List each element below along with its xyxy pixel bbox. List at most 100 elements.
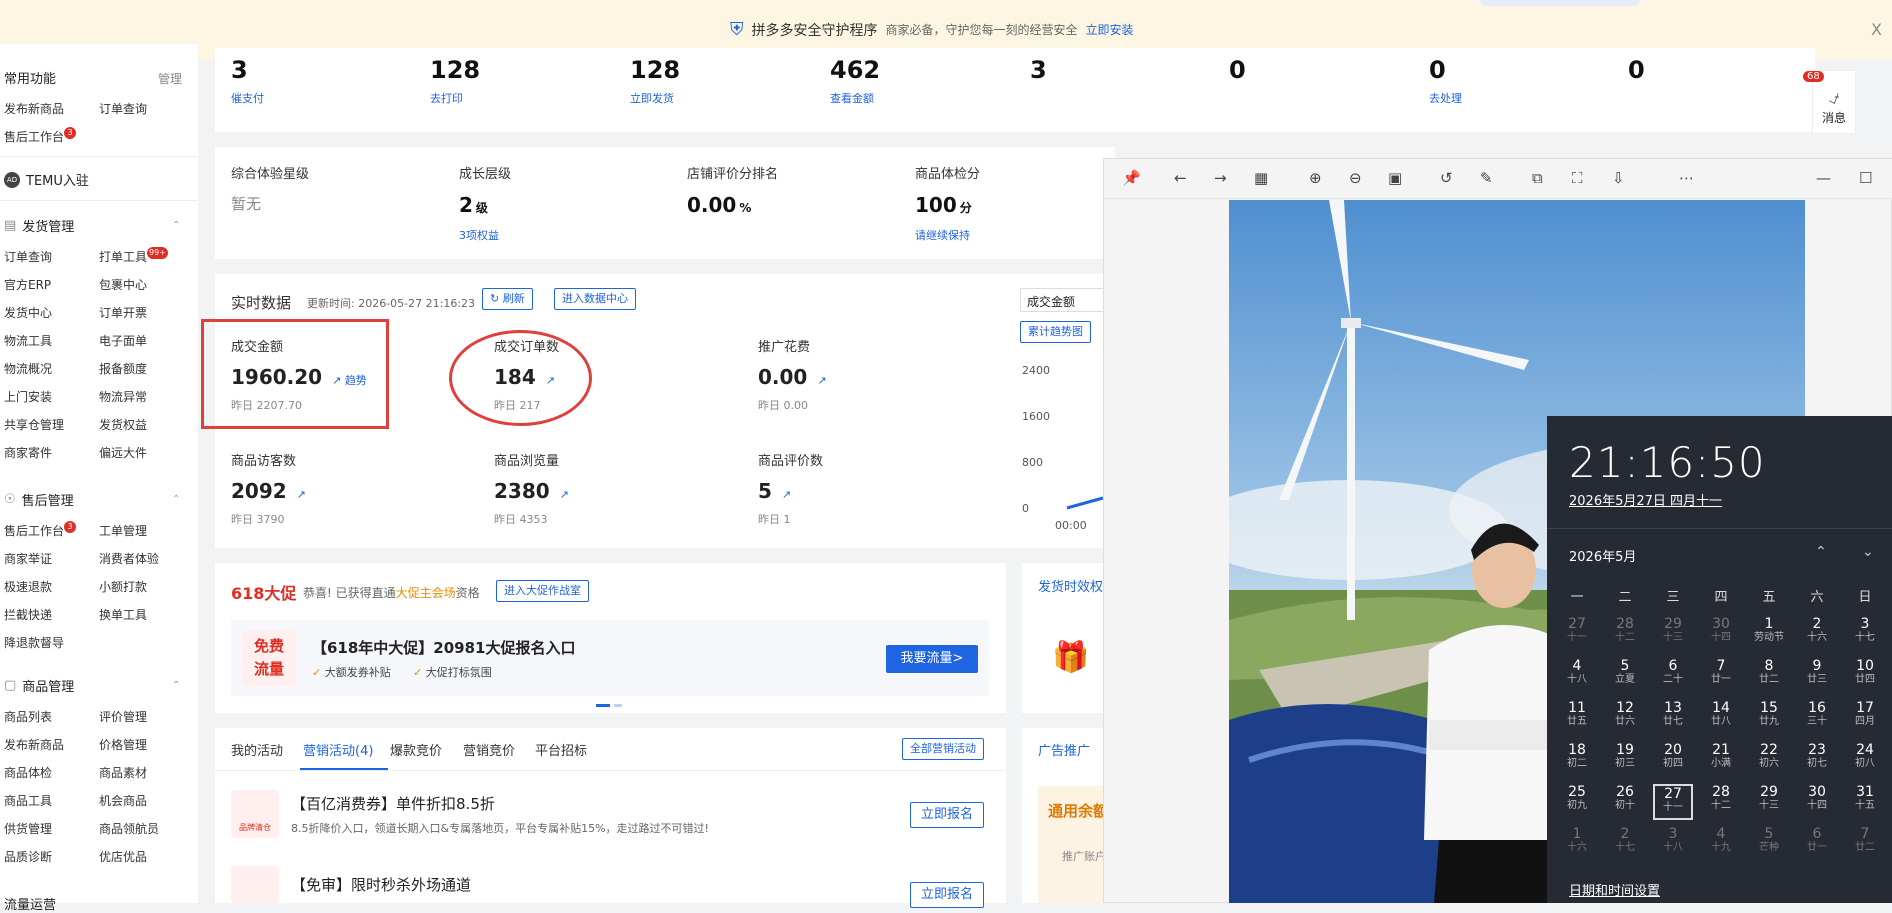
activity-tab-1[interactable]: 营销活动(4) — [303, 740, 373, 759]
aftersale-management-header[interactable]: ☉ 售后管理 ⌃ — [4, 490, 180, 509]
banner-close-icon[interactable]: X — [1871, 20, 1882, 39]
sidebar-item-shipping-8[interactable]: 物流概况 — [4, 360, 52, 377]
sidebar-item-goods-3[interactable]: 价格管理 — [99, 736, 147, 753]
stat-link[interactable]: 立即发货 — [630, 90, 680, 106]
cumulative-trend-button[interactable]: 累计趋势图 — [1020, 321, 1091, 343]
sidebar-item-shipping-5[interactable]: 订单开票 — [99, 304, 147, 321]
calendar-day[interactable]: 7 廿二 — [1845, 826, 1885, 862]
calendar-day[interactable]: 2 十七 — [1605, 826, 1645, 862]
calendar-day[interactable]: 3 十八 — [1653, 826, 1693, 862]
scan-icon[interactable]: ⛶ — [1572, 169, 1583, 187]
calendar-day[interactable]: 2 十六 — [1797, 616, 1837, 652]
calendar-day[interactable]: 22 初六 — [1749, 742, 1789, 778]
message-button[interactable]: 68 ⍻ 消息 — [1803, 70, 1856, 134]
chevron-down-icon[interactable]: ⌄ — [1862, 544, 1874, 560]
sidebar-item-shipping-4[interactable]: 发货中心 — [4, 304, 52, 321]
sidebar-item-aftersale-5[interactable]: 小额打款 — [99, 578, 147, 595]
calendar-day[interactable]: 1 十六 — [1557, 826, 1597, 862]
calendar-day[interactable]: 30 十四 — [1797, 784, 1837, 820]
sidebar-item-shipping-3[interactable]: 包裹中心 — [99, 276, 147, 293]
trend-icon[interactable]: ↗ — [782, 488, 791, 501]
calendar-day-today[interactable]: 27 十一 — [1653, 784, 1693, 820]
zoom-in-icon[interactable]: ⊕ — [1309, 169, 1322, 187]
calendar-day[interactable]: 15 廿九 — [1749, 700, 1789, 736]
sidebar-item-aftersale-2[interactable]: 商家举证 — [4, 550, 52, 567]
sidebar-item-shipping-12[interactable]: 共享仓管理 — [4, 416, 64, 433]
sidebar-item-aftersale-desk[interactable]: 售后工作台 3 — [4, 127, 77, 145]
calendar-day[interactable]: 13 廿七 — [1653, 700, 1693, 736]
calendar-day[interactable]: 3 十七 — [1845, 616, 1885, 652]
rotate-icon[interactable]: ↺ — [1440, 169, 1453, 187]
chevron-up-icon[interactable]: ⌃ — [172, 680, 180, 691]
sidebar-item-shipping-11[interactable]: 物流异常 — [99, 388, 147, 405]
enter-war-room-button[interactable]: 进入大促作战室 — [496, 580, 589, 602]
stat-link[interactable]: 去打印 — [430, 90, 480, 106]
calendar-day[interactable]: 28 十二 — [1701, 784, 1741, 820]
calendar-day[interactable]: 9 廿三 — [1797, 658, 1837, 694]
sidebar-item-aftersale-0[interactable]: 售后工作台 3 — [4, 521, 77, 539]
all-marketing-button[interactable]: 全部营销活动 — [902, 738, 984, 760]
maximize-icon[interactable]: ☐ — [1859, 169, 1872, 187]
minimize-icon[interactable]: — — [1816, 169, 1831, 187]
sidebar-item-aftersale-1[interactable]: 工单管理 — [99, 522, 147, 539]
todo-stat-3[interactable]: 462 查看金额 — [830, 56, 880, 106]
sidebar-item-aftersale-6[interactable]: 拦截快递 — [4, 606, 52, 623]
sidebar-item-goods-4[interactable]: 商品体检 — [4, 764, 52, 781]
sidebar-item-goods-11[interactable]: 优店优品 — [99, 848, 147, 865]
chevron-up-icon[interactable]: ⌃ — [172, 220, 180, 231]
sidebar-item-goods-6[interactable]: 商品工具 — [4, 792, 52, 809]
stat-link[interactable]: 去处理 — [1429, 90, 1462, 106]
shipping-management-header[interactable]: ▤ 发货管理 ⌃ — [4, 216, 180, 235]
calendar-day[interactable]: 5 立夏 — [1605, 658, 1645, 694]
download-icon[interactable]: ⇩ — [1612, 169, 1625, 187]
sidebar-item-shipping-7[interactable]: 电子面单 — [99, 332, 147, 349]
full-date-link[interactable]: 2026年5月27日 四月十一 — [1569, 490, 1722, 509]
calendar-day[interactable]: 16 三十 — [1797, 700, 1837, 736]
carousel-dot[interactable] — [614, 704, 622, 707]
calendar-day[interactable]: 10 廿四 — [1845, 658, 1885, 694]
calendar-day[interactable]: 31 十五 — [1845, 784, 1885, 820]
sidebar-item-publish[interactable]: 发布新商品 — [4, 100, 64, 117]
calendar-day[interactable]: 28 十二 — [1605, 616, 1645, 652]
sidebar-item-goods-2[interactable]: 发布新商品 — [4, 736, 64, 753]
promo-banner[interactable] — [231, 620, 989, 696]
month-label[interactable]: 2026年5月 — [1569, 546, 1636, 565]
calendar-day[interactable]: 5 芒种 — [1749, 826, 1789, 862]
calendar-day[interactable]: 21 小满 — [1701, 742, 1741, 778]
sidebar-item-goods-8[interactable]: 供货管理 — [4, 820, 52, 837]
sidebar-item-aftersale-3[interactable]: 消费者体验 — [99, 550, 159, 567]
todo-stat-6[interactable]: 0 去处理 — [1429, 56, 1462, 106]
traffic-operations-header[interactable]: 流量运营 — [4, 894, 56, 913]
sidebar-item-shipping-15[interactable]: 偏远大件 — [99, 444, 147, 461]
calendar-day[interactable]: 30 十四 — [1701, 616, 1741, 652]
install-link[interactable]: 立即安装 — [1086, 21, 1134, 38]
calendar-day[interactable]: 29 十三 — [1653, 616, 1693, 652]
sidebar-item-goods-7[interactable]: 机会商品 — [99, 792, 147, 809]
trend-icon[interactable]: ↗ — [560, 488, 569, 501]
calendar-day[interactable]: 6 二十 — [1653, 658, 1693, 694]
sidebar-item-shipping-2[interactable]: 官方ERP — [4, 276, 51, 293]
sidebar-item-shipping-0[interactable]: 订单查询 — [4, 248, 52, 265]
calendar-day[interactable]: 29 十三 — [1749, 784, 1789, 820]
calendar-day[interactable]: 1 劳动节 — [1749, 616, 1789, 652]
level-link-1[interactable]: 3项权益 — [459, 227, 499, 243]
trend-icon[interactable]: ↗ — [297, 488, 306, 501]
edit-icon[interactable]: ✎ — [1480, 169, 1493, 187]
calendar-day[interactable]: 20 初四 — [1653, 742, 1693, 778]
calendar-day[interactable]: 24 初八 — [1845, 742, 1885, 778]
data-center-button[interactable]: 进入数据中心 — [554, 288, 636, 310]
calendar-day[interactable]: 7 廿一 — [1701, 658, 1741, 694]
sidebar-item-goods-5[interactable]: 商品素材 — [99, 764, 147, 781]
stat-link[interactable]: 查看金额 — [830, 90, 880, 106]
calendar-day[interactable]: 19 初三 — [1605, 742, 1645, 778]
calendar-day[interactable]: 4 十九 — [1701, 826, 1741, 862]
common-manage-link[interactable]: 管理 — [158, 70, 182, 87]
register-button-1[interactable]: 立即报名 — [910, 802, 985, 828]
want-traffic-button[interactable]: 我要流量> — [886, 645, 978, 673]
activity-tab-2[interactable]: 爆款竞价 — [390, 740, 442, 759]
shipping-timeliness-tab[interactable]: 发货时效权 — [1038, 576, 1103, 595]
stat-link[interactable]: 催支付 — [231, 90, 264, 106]
sidebar-item-shipping-10[interactable]: 上门安装 — [4, 388, 52, 405]
grid-icon[interactable]: ▦ — [1254, 169, 1268, 187]
calendar-day[interactable]: 26 初十 — [1605, 784, 1645, 820]
